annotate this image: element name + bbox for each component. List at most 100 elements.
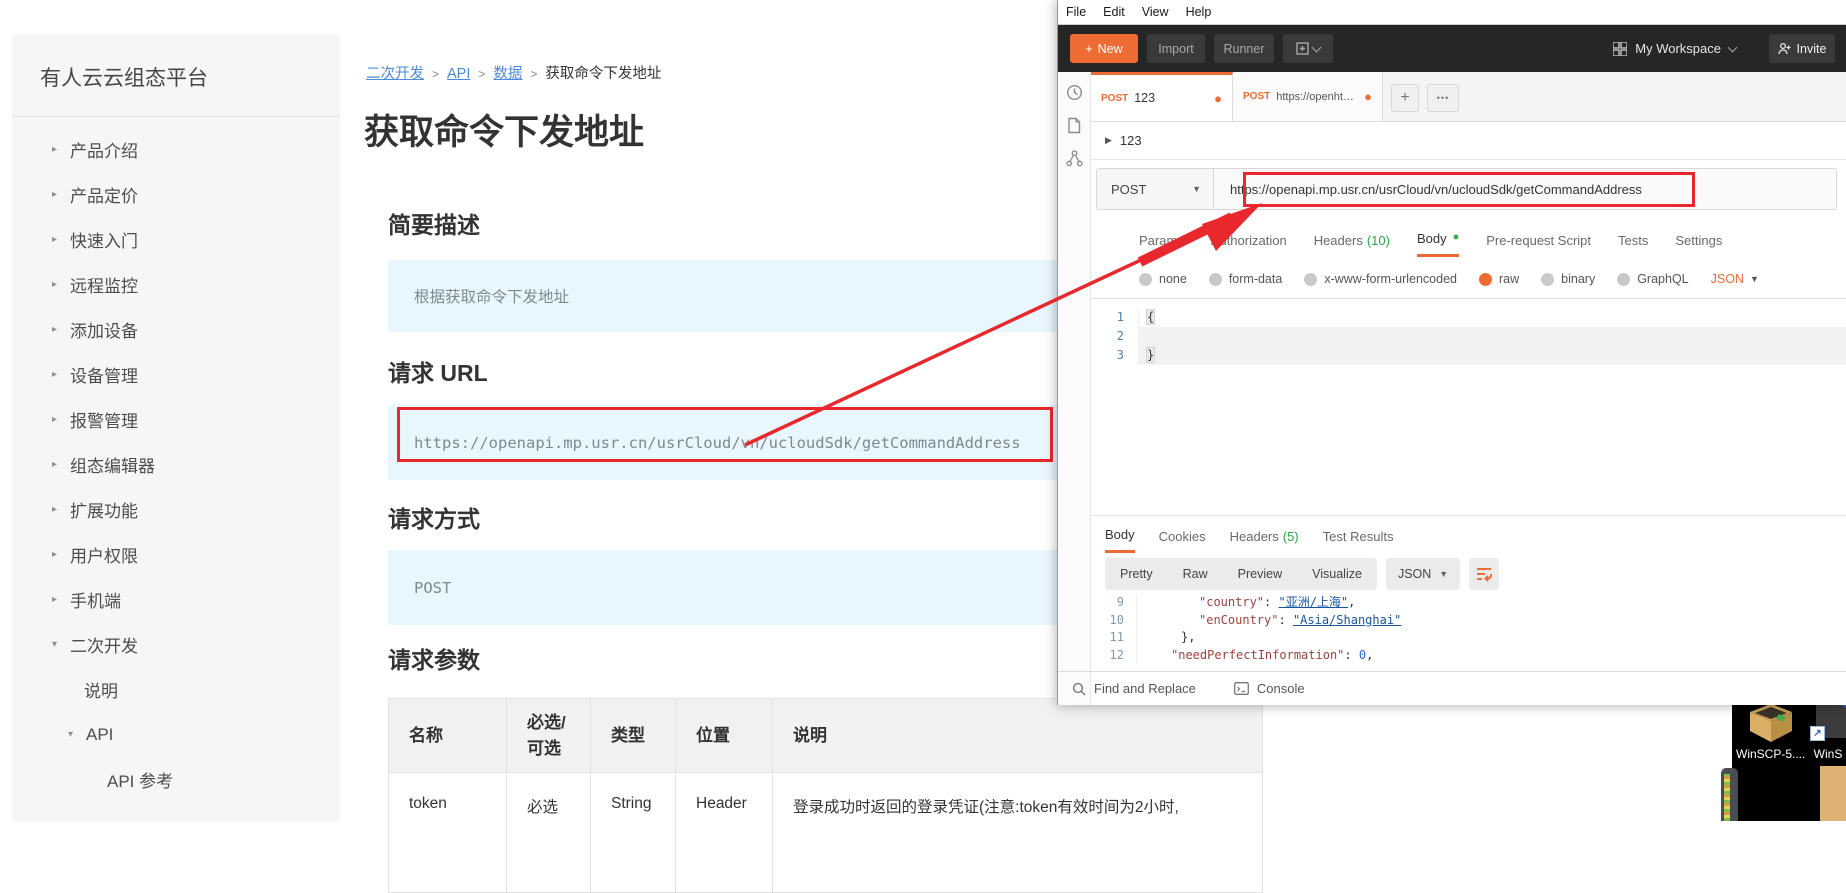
sidebar-item-api[interactable]: ▾API (12, 712, 340, 757)
tab-authorization[interactable]: Authorization (1211, 223, 1287, 256)
import-button[interactable]: Import (1147, 34, 1205, 63)
response-tab-headers[interactable]: Headers(5) (1230, 519, 1299, 552)
postman-tab-strip: POST 123 ● POST https://openhttp.usr.cn:… (1091, 72, 1846, 122)
dropdown-caret-icon: ▼ (1750, 274, 1759, 284)
history-icon[interactable] (1066, 84, 1083, 101)
breadcrumb-separator: > (432, 67, 439, 81)
find-and-replace-button[interactable]: Find and Replace (1072, 681, 1196, 696)
postman-toolbar: + New Import Runner My Workspace (1058, 25, 1846, 72)
breadcrumb-link-data[interactable]: 数据 (493, 66, 522, 82)
mode-raw[interactable]: raw (1479, 272, 1519, 286)
new-button[interactable]: + New (1070, 34, 1138, 63)
tab-options-button[interactable]: ••• (1427, 84, 1459, 112)
method-select[interactable]: POST ▼ (1096, 168, 1214, 210)
tab-settings[interactable]: Settings (1675, 223, 1722, 256)
mode-urlencoded[interactable]: x-www-form-urlencoded (1304, 272, 1457, 286)
tab-pre-request-script[interactable]: Pre-request Script (1486, 223, 1591, 256)
desktop-icon-winscp-shortcut[interactable]: WinS ↗ (1810, 698, 1846, 761)
menu-edit[interactable]: Edit (1103, 5, 1125, 19)
mode-graphql[interactable]: GraphQL (1617, 272, 1688, 286)
desktop-striped-object (1721, 768, 1738, 821)
sidebar-item-add-device[interactable]: ▸添加设备 (12, 307, 340, 352)
sidebar-item-scada-editor[interactable]: ▸组态编辑器 (12, 442, 340, 487)
chevron-right-icon: ▸ (52, 594, 70, 605)
section-heading-brief: 简要描述 (388, 206, 480, 240)
wrap-lines-button[interactable] (1469, 558, 1499, 590)
sidebar-item-alarm-mgmt[interactable]: ▸报警管理 (12, 397, 340, 442)
mode-form-data[interactable]: form-data (1209, 272, 1283, 286)
response-line: 9 "country": "亚洲/上海", (1091, 594, 1846, 612)
runner-button[interactable]: Runner (1214, 34, 1274, 63)
request-tab-active[interactable]: POST 123 ● (1091, 72, 1233, 121)
tab-headers[interactable]: Headers(10) (1314, 223, 1390, 256)
response-tab-body[interactable]: Body (1105, 517, 1135, 553)
sidebar-item-instructions[interactable]: 说明 (12, 667, 340, 712)
response-tab-cookies[interactable]: Cookies (1159, 519, 1206, 552)
new-window-button[interactable] (1283, 34, 1333, 63)
windows-desktop: WinSCP-5.... WinS ↗ (1732, 690, 1846, 821)
breadcrumb: 二次开发>API>数据>获取命令下发地址 (366, 62, 661, 83)
cell-name: token (389, 773, 507, 893)
request-name[interactable]: 123 (1120, 133, 1142, 148)
cell-type: String (591, 773, 676, 893)
tab-body[interactable]: Body● (1417, 221, 1459, 257)
postman-window: File Edit View Help + New Import Runner (1057, 0, 1846, 705)
body-language-select[interactable]: JSON▼ (1711, 272, 1759, 286)
request-body-editor[interactable]: 1 { 2 3 } (1091, 298, 1846, 516)
invite-person-icon (1778, 42, 1791, 55)
desktop-icon-winscp-installer[interactable]: WinSCP-5.... (1736, 698, 1805, 761)
menu-view[interactable]: View (1142, 5, 1169, 19)
view-raw[interactable]: Raw (1168, 567, 1223, 581)
open-new-tab-button[interactable]: + (1391, 84, 1419, 112)
collections-icon[interactable] (1066, 117, 1082, 134)
sidebar-item-secondary-dev[interactable]: ▾二次开发 (12, 622, 340, 667)
url-input[interactable]: https://openapi.mp.usr.cn/usrCloud/vn/uc… (1214, 168, 1837, 210)
mode-none[interactable]: none (1139, 272, 1187, 286)
cell-description: 登录成功时返回的登录凭证(注意:token有效时间为2小时, (773, 773, 1263, 893)
workspace-switcher[interactable]: My Workspace (1613, 41, 1736, 56)
col-header-description: 说明 (773, 699, 1263, 773)
tab-tests[interactable]: Tests (1618, 223, 1648, 256)
body-present-dot-icon: ● (1453, 231, 1460, 246)
cell-required: 必选 (507, 773, 591, 893)
sidebar-item-extensions[interactable]: ▸扩展功能 (12, 487, 340, 532)
sidebar-item-mobile[interactable]: ▸手机端 (12, 577, 340, 622)
response-tab-test-results[interactable]: Test Results (1323, 519, 1394, 552)
radio-selected-icon (1479, 273, 1492, 286)
apis-network-icon[interactable] (1066, 150, 1083, 167)
menu-help[interactable]: Help (1186, 5, 1212, 19)
response-line: 10 "enCountry": "Asia/Shanghai" (1091, 612, 1846, 630)
col-header-position: 位置 (676, 699, 773, 773)
col-header-required: 必选/可选 (507, 699, 591, 773)
view-pretty[interactable]: Pretty (1105, 567, 1168, 581)
sidebar-item-quickstart[interactable]: ▸快速入门 (12, 217, 340, 262)
breadcrumb-link-api[interactable]: API (447, 66, 470, 82)
view-visualize[interactable]: Visualize (1297, 567, 1377, 581)
mode-binary[interactable]: binary (1541, 272, 1595, 286)
postman-menubar: File Edit View Help (1058, 0, 1846, 25)
menu-file[interactable]: File (1066, 5, 1086, 19)
sidebar-item-product-intro[interactable]: ▸产品介绍 (12, 127, 340, 172)
tab-title: https://openhttp.usr.cn:8001/... (1276, 91, 1356, 103)
section-heading-request-url: 请求 URL (388, 354, 488, 388)
radio-icon (1541, 273, 1554, 286)
sidebar-item-device-mgmt[interactable]: ▸设备管理 (12, 352, 340, 397)
breadcrumb-link-secondary-dev[interactable]: 二次开发 (366, 66, 424, 82)
console-button[interactable]: Console (1234, 681, 1305, 696)
request-name-row: ▶ 123 (1091, 122, 1846, 160)
tab-params[interactable]: Params (1139, 223, 1184, 256)
response-language-select[interactable]: JSON▼ (1386, 558, 1460, 590)
request-tab[interactable]: POST https://openhttp.usr.cn:8001/... ● (1233, 72, 1383, 121)
request-url-row: POST ▼ https://openapi.mp.usr.cn/usrClou… (1091, 160, 1846, 218)
site-title: 有人云云组态平台 (12, 34, 340, 92)
radio-icon (1139, 273, 1152, 286)
sidebar-item-api-reference[interactable]: API 参考 (12, 757, 340, 802)
invite-button[interactable]: Invite (1769, 34, 1835, 63)
desktop-background-object (1820, 766, 1846, 821)
sidebar-item-user-permissions[interactable]: ▸用户权限 (12, 532, 340, 577)
page-title: 获取命令下发地址 (364, 104, 644, 155)
sidebar-item-remote-monitor[interactable]: ▸远程监控 (12, 262, 340, 307)
view-preview[interactable]: Preview (1223, 567, 1297, 581)
chevron-right-icon: ▸ (52, 324, 70, 335)
sidebar-item-pricing[interactable]: ▸产品定价 (12, 172, 340, 217)
